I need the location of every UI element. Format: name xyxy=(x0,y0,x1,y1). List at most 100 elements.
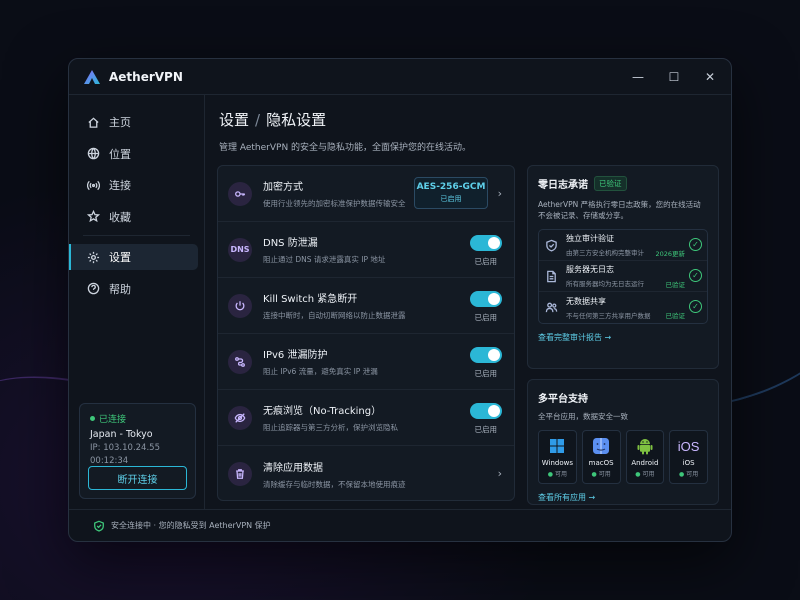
star-icon xyxy=(87,210,100,223)
platform-list: Windows 可用 macOS 可用 Android 可用 xyxy=(538,430,708,484)
home-icon xyxy=(88,116,99,128)
audit-title: 无数据共享 xyxy=(566,296,606,306)
no-tracking-toggle[interactable] xyxy=(470,403,502,419)
audit-title: 服务器无日志 xyxy=(566,265,614,274)
card-title: 多平台支持 xyxy=(538,394,588,405)
key-icon xyxy=(228,181,252,206)
sidebar-item-help[interactable]: 帮助 xyxy=(69,276,198,302)
page-description: 管理 AetherVPN 的安全与隐私功能，全面保护您的在线活动。 xyxy=(219,143,472,153)
platform-status: 可用 xyxy=(583,469,620,478)
platform-name: iOS xyxy=(682,459,695,467)
status-bar: 安全连接中 · 您的隐私受到 AetherVPN 保护 xyxy=(69,509,731,541)
sidebar-item-connection[interactable]: 连接 xyxy=(69,172,198,198)
chevron-right-icon[interactable]: › xyxy=(498,467,502,480)
connection-duration: 00:12:34 xyxy=(90,456,129,466)
app-window: AetherVPN — ☐ ✕ 主页 位置 连接 收藏 设置 帮助 已连接 Ja… xyxy=(68,58,732,542)
encryption-value: AES-256-GCM xyxy=(416,182,486,192)
platform-android[interactable]: Android 可用 xyxy=(625,430,665,484)
chevron-right-icon[interactable]: › xyxy=(498,187,502,200)
audit-item: 服务器无日志 所有服务器均为无日志运行 已验证 ✓ xyxy=(539,261,707,292)
close-button[interactable]: ✕ xyxy=(703,70,717,84)
setting-clear-data[interactable]: 清除应用数据 清除缓存与临时数据，不保留本地使用痕迹 › xyxy=(218,446,514,502)
card-title: 零日志承诺 已验证 xyxy=(538,176,708,191)
maximize-button[interactable]: ☐ xyxy=(667,70,681,84)
android-icon xyxy=(627,436,664,456)
connection-card: 已连接 Japan - Tokyo IP: 103.10.24.55 00:12… xyxy=(79,403,196,499)
platform-status: 可用 xyxy=(670,469,707,478)
sidebar-item-settings[interactable]: 设置 xyxy=(69,244,198,270)
toggle-status: 已启用 xyxy=(474,425,498,434)
view-all-apps-link[interactable]: 查看所有应用 → xyxy=(538,492,708,503)
breadcrumb-settings[interactable]: 设置 xyxy=(219,111,249,129)
audit-title: 独立审计验证 xyxy=(566,234,614,243)
dns-toggle[interactable] xyxy=(470,235,502,251)
audit-tag: 已验证 xyxy=(665,312,686,320)
setting-ipv6-leak: IPv6 泄漏防护 阻止 IPv6 流量，避免真实 IP 泄漏 已启用 xyxy=(218,334,514,390)
signal-icon xyxy=(87,180,100,190)
page-title: 设置 / 隐私设置 xyxy=(219,109,326,130)
check-circle-icon: ✓ xyxy=(689,238,702,251)
check-circle-icon: ✓ xyxy=(689,300,702,313)
no-log-title: 零日志承诺 xyxy=(538,180,588,191)
audit-item: 无数据共享 不与任何第三方共享用户数据 已验证 ✓ xyxy=(539,292,707,323)
title-bar: AetherVPN — ☐ ✕ xyxy=(69,59,731,95)
view-audit-report-link[interactable]: 查看完整审计报告 → xyxy=(538,332,708,343)
sidebar-item-label: 主页 xyxy=(109,116,131,129)
breadcrumb-separator: / xyxy=(255,111,261,129)
globe-icon xyxy=(87,147,100,160)
audit-tag: 已验证 xyxy=(665,281,686,289)
shield-check-icon xyxy=(546,239,557,252)
sidebar: 主页 位置 连接 收藏 设置 帮助 已连接 Japan - Tokyo IP: … xyxy=(69,95,205,509)
audit-tag: 2026更新 xyxy=(655,250,685,258)
dns-icon: DNS xyxy=(228,237,252,262)
setting-kill-switch: Kill Switch 紧急断开 连接中断时，自动切断网络以防止数据泄露 已启用 xyxy=(218,278,514,334)
audit-sub: 由第三方安全机构完整审计 xyxy=(566,249,644,257)
sidebar-item-favorites[interactable]: 收藏 xyxy=(69,204,198,230)
no-log-card: 零日志承诺 已验证 AetherVPN 严格执行零日志政策，您的在线活动不会被记… xyxy=(527,165,719,369)
platform-status: 可用 xyxy=(627,469,664,478)
connection-status-label: 已连接 xyxy=(99,415,127,425)
encryption-value-badge[interactable]: AES-256-GCM 已启用 xyxy=(414,177,488,209)
platform-macos[interactable]: macOS 可用 xyxy=(581,430,621,484)
toggle-status: 已启用 xyxy=(474,369,498,378)
sidebar-item-label: 帮助 xyxy=(109,282,131,296)
audit-list: 独立审计验证 由第三方安全机构完整审计 2026更新 ✓ 服务器无日志 所有服务… xyxy=(538,229,708,324)
platforms-card: 多平台支持 全平台应用，数据安全一致 Windows 可用 macOS 可用 xyxy=(527,379,719,505)
aether-logo-icon xyxy=(84,69,100,84)
ipv6-toggle[interactable] xyxy=(470,347,502,363)
sidebar-item-home[interactable]: 主页 xyxy=(69,109,198,135)
platform-windows[interactable]: Windows 可用 xyxy=(538,430,577,484)
platform-ios[interactable]: iOS iOS 可用 xyxy=(669,430,708,484)
connection-location: Japan - Tokyo xyxy=(90,429,153,440)
setting-encryption[interactable]: 加密方式 使用行业领先的加密标准保护数据传输安全 AES-256-GCM 已启用… xyxy=(218,166,514,222)
minimize-button[interactable]: — xyxy=(631,70,645,84)
encryption-status: 已启用 xyxy=(440,195,462,203)
status-dot-icon xyxy=(90,416,95,421)
eye-off-icon xyxy=(228,405,252,430)
shield-check-icon xyxy=(94,520,104,532)
network-route-icon xyxy=(228,349,252,374)
sidebar-item-label: 设置 xyxy=(109,251,131,264)
setting-description: 清除缓存与临时数据，不保留本地使用痕迹 xyxy=(263,479,406,489)
setting-dns-leak: DNS DNS 防泄漏 阻止通过 DNS 请求泄露真实 IP 地址 已启用 xyxy=(218,222,514,278)
settings-list: 加密方式 使用行业领先的加密标准保护数据传输安全 AES-256-GCM 已启用… xyxy=(217,165,515,501)
ios-icon: iOS xyxy=(670,436,707,456)
platform-name: macOS xyxy=(588,459,614,467)
kill-switch-toggle[interactable] xyxy=(470,291,502,307)
sidebar-item-label: 位置 xyxy=(109,147,131,161)
sidebar-item-label: 连接 xyxy=(109,179,131,192)
users-icon xyxy=(545,302,558,313)
gear-icon xyxy=(87,251,100,263)
main-content: 设置 / 隐私设置 管理 AetherVPN 的安全与隐私功能，全面保护您的在线活动… xyxy=(205,95,731,509)
sidebar-item-locations[interactable]: 位置 xyxy=(69,141,198,167)
windows-icon xyxy=(539,436,576,456)
connection-status: 已连接 xyxy=(90,412,185,425)
setting-title: 清除应用数据 xyxy=(263,462,323,474)
platform-status: 可用 xyxy=(539,469,576,478)
document-icon xyxy=(547,270,556,282)
disconnect-button[interactable]: 断开连接 xyxy=(88,466,187,490)
audit-item: 独立审计验证 由第三方安全机构完整审计 2026更新 ✓ xyxy=(539,230,707,261)
card-description: 全平台应用，数据安全一致 xyxy=(538,412,628,421)
platform-name: Windows xyxy=(541,459,573,467)
setting-no-tracking: 无痕浏览（No-Tracking） 阻止追踪器与第三方分析，保护浏览隐私 已启用 xyxy=(218,390,514,446)
